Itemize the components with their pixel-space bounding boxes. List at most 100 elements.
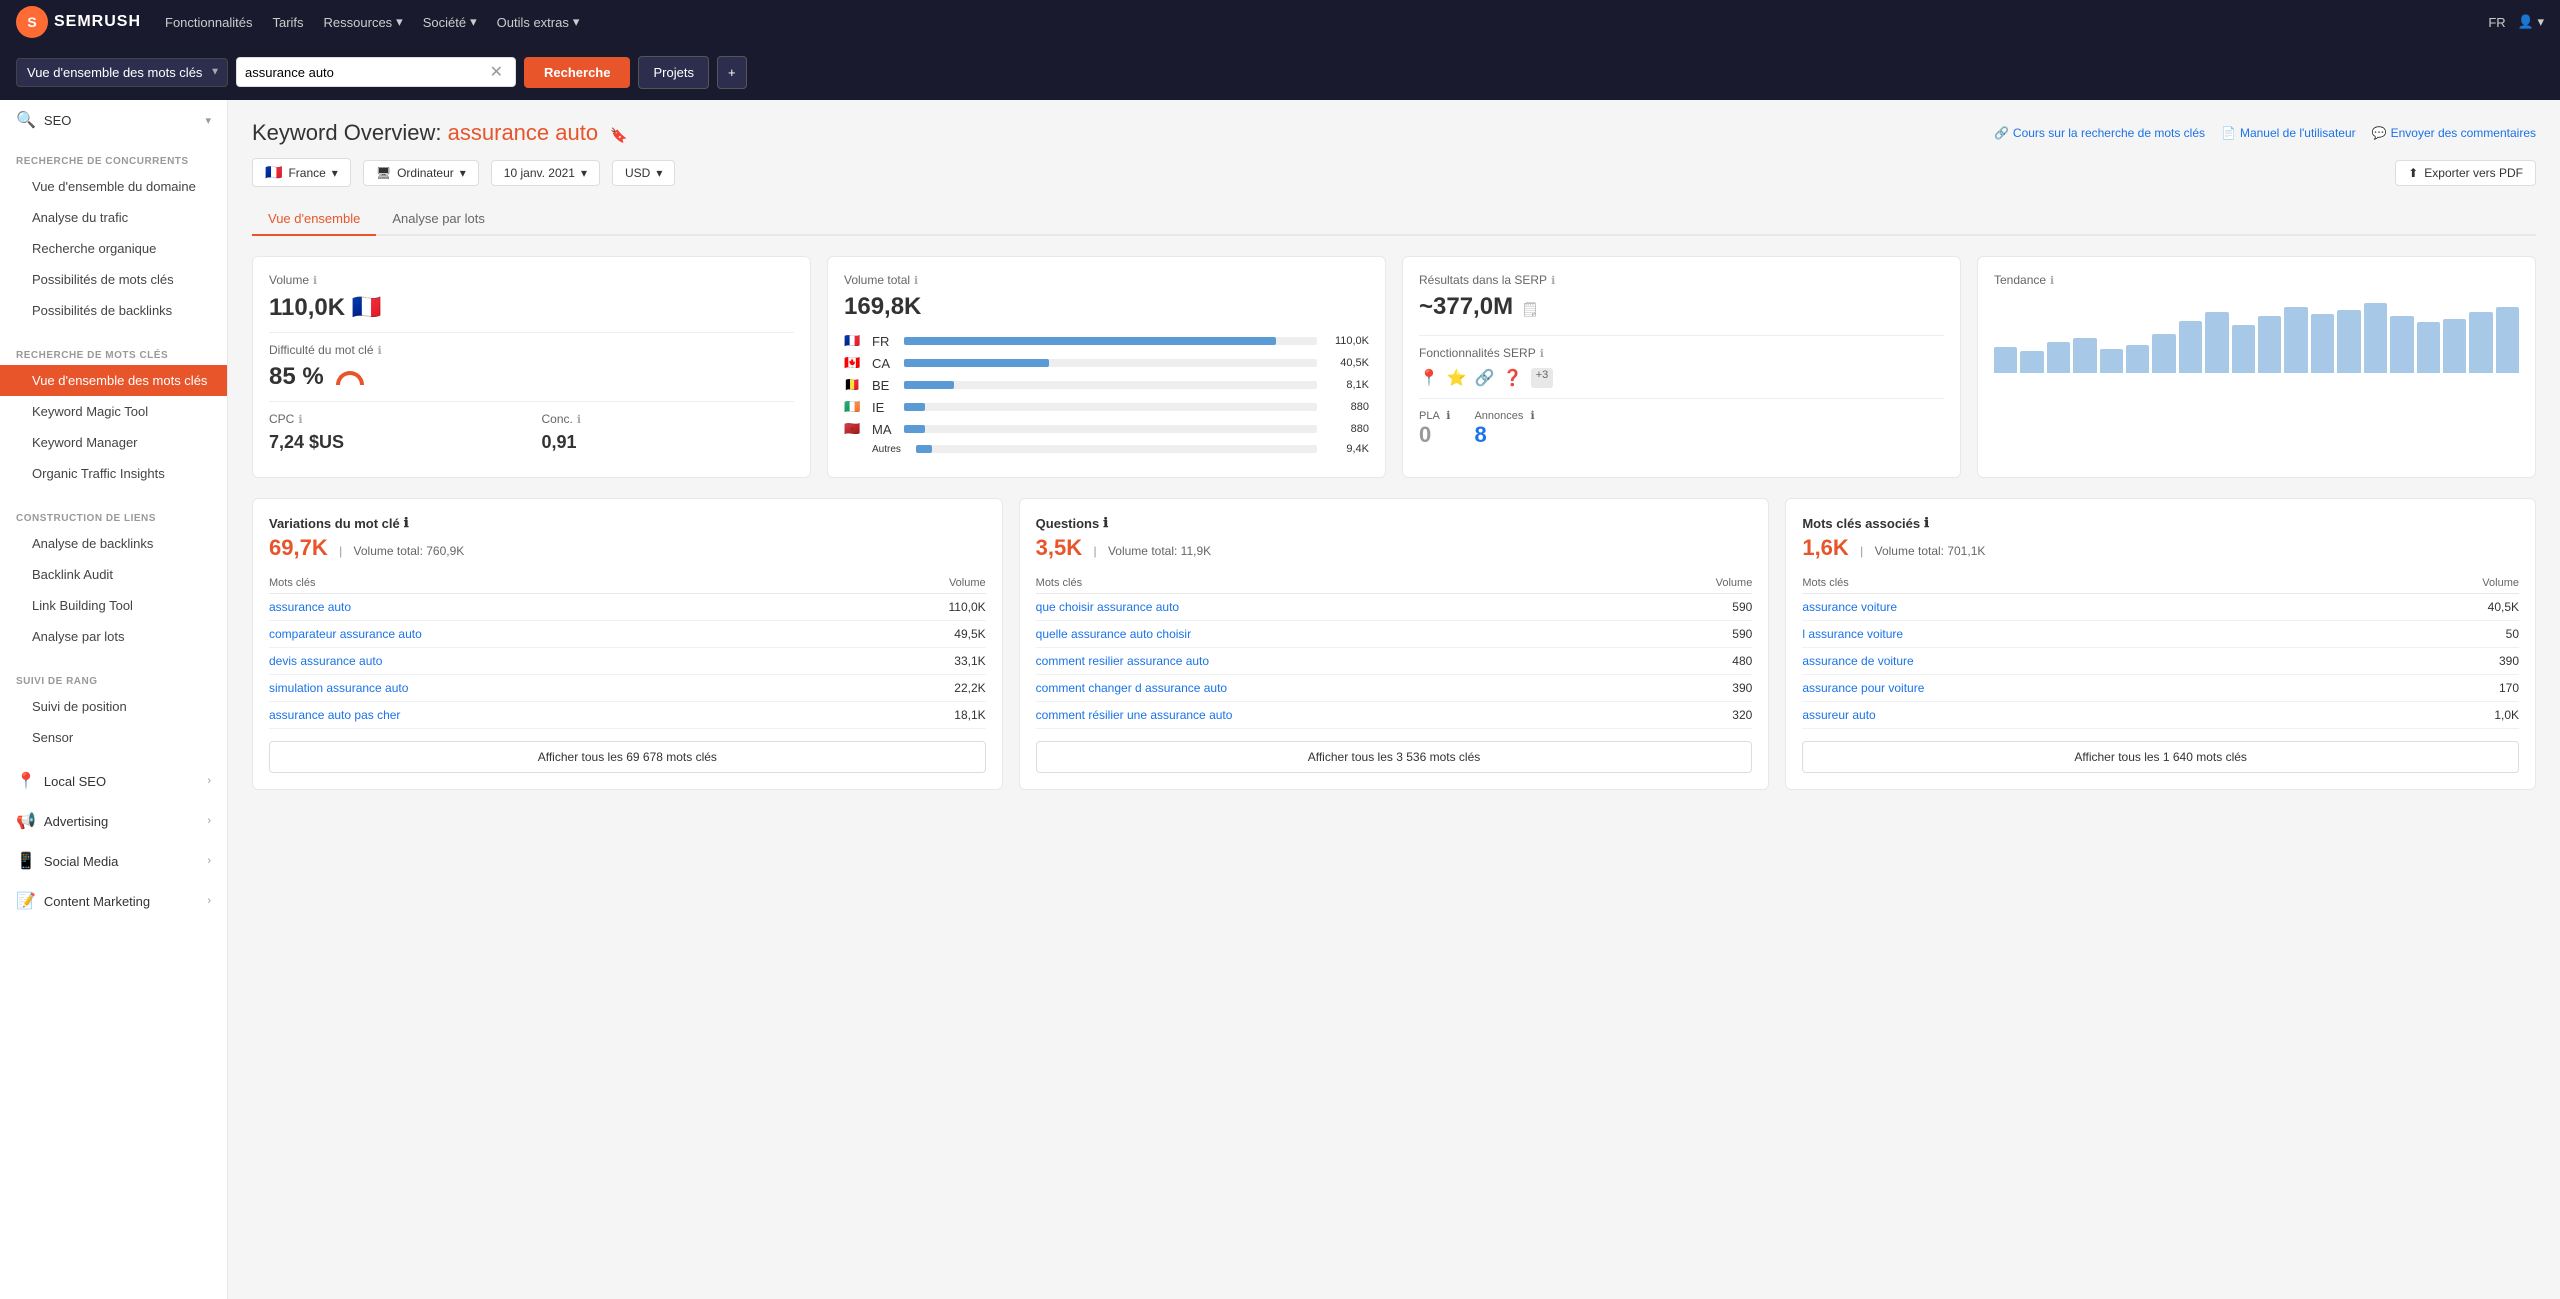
card-tendance: Tendance ℹ bbox=[1977, 256, 2536, 478]
tab-vue-ensemble[interactable]: Vue d'ensemble bbox=[252, 203, 376, 236]
kw-link[interactable]: simulation assurance auto bbox=[269, 681, 408, 695]
questions-show-all[interactable]: Afficher tous les 3 536 mots clés bbox=[1036, 741, 1753, 773]
logo[interactable]: S SEMRUSH bbox=[16, 6, 141, 38]
volume-row-autres: Autres 9,4K bbox=[844, 443, 1369, 455]
sidebar-item-analyse-lots[interactable]: Analyse par lots bbox=[0, 621, 227, 652]
nav-link-fonctionnalites[interactable]: Fonctionnalités bbox=[165, 14, 252, 30]
search-input[interactable] bbox=[245, 65, 486, 80]
sidebar-category-seo[interactable]: 🔍 SEO ▾ bbox=[0, 100, 227, 140]
sidebar-item-organic-traffic[interactable]: Organic Traffic Insights bbox=[0, 458, 227, 489]
seo-arrow: ▾ bbox=[205, 114, 211, 127]
kw-link[interactable]: assurance auto pas cher bbox=[269, 708, 400, 722]
bar-wrap-ie bbox=[904, 403, 1317, 411]
course-link[interactable]: 🔗 Cours sur la recherche de mots clés bbox=[1994, 126, 2205, 140]
trend-bar bbox=[2179, 321, 2202, 374]
sidebar-item-recherche-organique[interactable]: Recherche organique bbox=[0, 233, 227, 264]
date-filter[interactable]: 10 janv. 2021 ▾ bbox=[491, 160, 600, 186]
variations-show-all[interactable]: Afficher tous les 69 678 mots clés bbox=[269, 741, 986, 773]
sidebar-item-link-building[interactable]: Link Building Tool bbox=[0, 590, 227, 621]
volume-info-icon[interactable]: ℹ bbox=[313, 274, 317, 287]
view-select[interactable]: Vue d'ensemble des mots clés bbox=[16, 58, 228, 87]
cpc-info-icon[interactable]: ℹ bbox=[298, 413, 302, 426]
kw-link[interactable]: assurance auto bbox=[269, 600, 351, 614]
tendance-info-icon[interactable]: ℹ bbox=[2050, 274, 2054, 287]
vol-cell: 22,2K bbox=[845, 675, 985, 702]
bookmark-icon[interactable]: 🔖 bbox=[610, 127, 627, 143]
difficulty-info-icon[interactable]: ℹ bbox=[378, 344, 382, 357]
sidebar-item-vue-domaine[interactable]: Vue d'ensemble du domaine bbox=[0, 171, 227, 202]
serp-info-icon[interactable]: ℹ bbox=[1551, 274, 1555, 287]
user-menu[interactable]: 👤 ▾ bbox=[2518, 14, 2544, 30]
serp-copy-icon[interactable]: 🗒 bbox=[1521, 301, 1539, 318]
kw-link[interactable]: devis assurance auto bbox=[269, 654, 382, 668]
table-row: assurance pour voiture170 bbox=[1802, 675, 2519, 702]
nav-link-outils[interactable]: Outils extras ▾ bbox=[497, 14, 580, 30]
sidebar-item-analyse-trafic[interactable]: Analyse du trafic bbox=[0, 202, 227, 233]
kw-link[interactable]: comment résilier une assurance auto bbox=[1036, 708, 1233, 722]
sidebar-item-suivi-position[interactable]: Suivi de position bbox=[0, 691, 227, 722]
variations-info-icon[interactable]: ℹ bbox=[404, 515, 409, 531]
nav-link-ressources[interactable]: Ressources ▾ bbox=[324, 14, 403, 30]
add-project-button[interactable]: + bbox=[717, 56, 747, 89]
difficulty-value: 85 % bbox=[269, 363, 794, 391]
sidebar-category-advertising[interactable]: 📢 Advertising › bbox=[0, 801, 227, 841]
kw-link[interactable]: que choisir assurance auto bbox=[1036, 600, 1179, 614]
device-filter[interactable]: 🖥 Ordinateur ▾ bbox=[363, 160, 479, 186]
kw-link[interactable]: comment resilier assurance auto bbox=[1036, 654, 1209, 668]
conc-info-icon[interactable]: ℹ bbox=[577, 413, 581, 426]
serp-features-label: Fonctionnalités SERP ℹ bbox=[1419, 346, 1944, 360]
associated-info-icon[interactable]: ℹ bbox=[1924, 515, 1929, 531]
annonces-info-icon[interactable]: ℹ bbox=[1530, 410, 1534, 422]
conc-item: Conc. ℹ 0,91 bbox=[542, 412, 795, 457]
bar-ie bbox=[904, 403, 925, 411]
kw-link[interactable]: assurance de voiture bbox=[1802, 654, 1913, 668]
currency-filter[interactable]: USD ▾ bbox=[612, 160, 675, 186]
sidebar-item-possibilites-backlinks[interactable]: Possibilités de backlinks bbox=[0, 295, 227, 326]
sidebar-item-keyword-magic[interactable]: Keyword Magic Tool bbox=[0, 396, 227, 427]
search-button[interactable]: Recherche bbox=[524, 57, 630, 88]
flag-be: 🇧🇪 bbox=[844, 377, 864, 393]
code-ma: MA bbox=[872, 422, 896, 437]
sidebar-category-social-media[interactable]: 📱 Social Media › bbox=[0, 841, 227, 881]
sidebar-item-possibilites-mots[interactable]: Possibilités de mots clés bbox=[0, 264, 227, 295]
volume-row-ma: 🇲🇦 MA 880 bbox=[844, 421, 1369, 437]
feedback-link[interactable]: 💬 Envoyer des commentaires bbox=[2372, 126, 2536, 140]
search-clear-icon[interactable]: ✕ bbox=[486, 62, 507, 82]
sidebar-item-vue-mots-cles[interactable]: Vue d'ensemble des mots clés bbox=[0, 365, 227, 396]
kw-link[interactable]: assureur auto bbox=[1802, 708, 1875, 722]
export-button[interactable]: ⬆ Exporter vers PDF bbox=[2395, 160, 2536, 186]
kw-link[interactable]: comment changer d assurance auto bbox=[1036, 681, 1227, 695]
kw-link[interactable]: assurance pour voiture bbox=[1802, 681, 1924, 695]
kw-link[interactable]: assurance voiture bbox=[1802, 600, 1897, 614]
manual-link[interactable]: 📄 Manuel de l'utilisateur bbox=[2221, 126, 2356, 140]
sidebar-item-sensor[interactable]: Sensor bbox=[0, 722, 227, 753]
volume-total-info-icon[interactable]: ℹ bbox=[914, 274, 918, 287]
pla-label: PLA ℹ bbox=[1419, 409, 1450, 422]
table-row: l assurance voiture50 bbox=[1802, 621, 2519, 648]
tab-analyse-lots[interactable]: Analyse par lots bbox=[376, 203, 501, 236]
questions-info-icon[interactable]: ℹ bbox=[1103, 515, 1108, 531]
kw-link[interactable]: quelle assurance auto choisir bbox=[1036, 627, 1191, 641]
country-filter[interactable]: 🇫🇷 France ▾ bbox=[252, 158, 351, 187]
kw-link[interactable]: comparateur assurance auto bbox=[269, 627, 422, 641]
sidebar-item-backlink-audit[interactable]: Backlink Audit bbox=[0, 559, 227, 590]
device-icon: 🖥 bbox=[376, 166, 391, 180]
sidebar-category-content-marketing[interactable]: 📝 Content Marketing › bbox=[0, 881, 227, 921]
associated-show-all[interactable]: Afficher tous les 1 640 mots clés bbox=[1802, 741, 2519, 773]
variations-col-kw: Mots clés bbox=[269, 573, 845, 594]
trend-bar bbox=[2152, 334, 2175, 373]
difficulty-label: Difficulté du mot clé ℹ bbox=[269, 343, 794, 357]
nav-link-tarifs[interactable]: Tarifs bbox=[272, 14, 303, 30]
sidebar-category-local-seo[interactable]: 📍 Local SEO › bbox=[0, 761, 227, 801]
kw-link[interactable]: l assurance voiture bbox=[1802, 627, 1903, 641]
pla-info-icon[interactable]: ℹ bbox=[1446, 410, 1450, 422]
serp-features-info[interactable]: ℹ bbox=[1540, 347, 1544, 360]
card-serp: Résultats dans la SERP ℹ ~377,0M 🗒 Fonct… bbox=[1402, 256, 1961, 478]
projects-button[interactable]: Projets bbox=[638, 56, 708, 89]
country-flag: 🇫🇷 bbox=[265, 164, 282, 181]
nav-link-societe[interactable]: Société ▾ bbox=[423, 14, 477, 30]
sidebar-item-keyword-manager[interactable]: Keyword Manager bbox=[0, 427, 227, 458]
annonces-value: 8 bbox=[1474, 422, 1534, 448]
lang-selector[interactable]: FR bbox=[2488, 15, 2505, 30]
sidebar-item-analyse-backlinks[interactable]: Analyse de backlinks bbox=[0, 528, 227, 559]
